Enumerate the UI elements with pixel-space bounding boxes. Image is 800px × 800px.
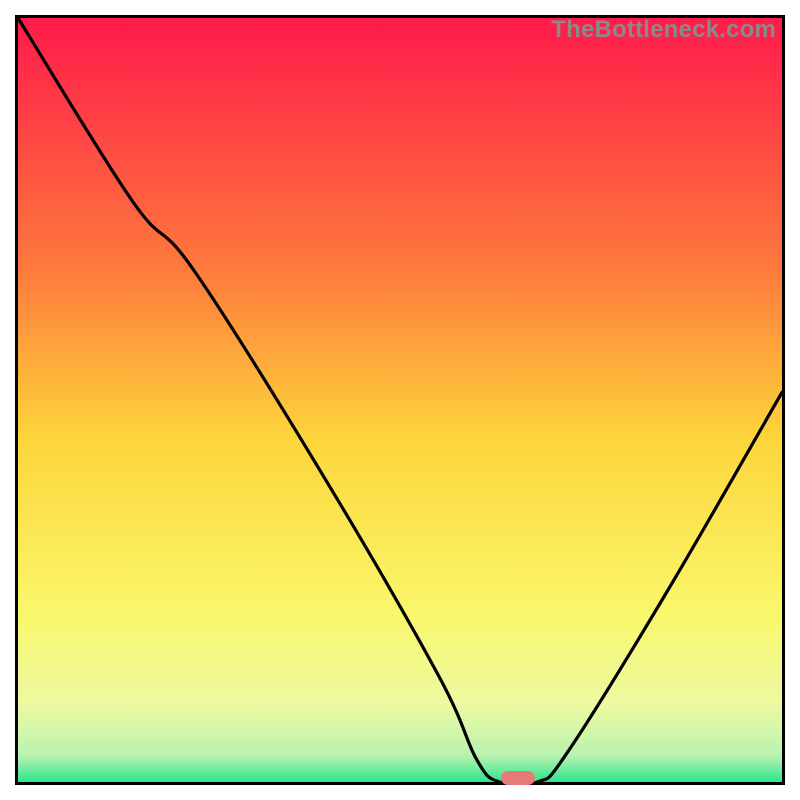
plot-frame: TheBottleneck.com	[15, 15, 785, 785]
plot-background	[18, 18, 782, 782]
optimum-marker	[501, 771, 535, 785]
watermark-text: TheBottleneck.com	[551, 16, 776, 44]
